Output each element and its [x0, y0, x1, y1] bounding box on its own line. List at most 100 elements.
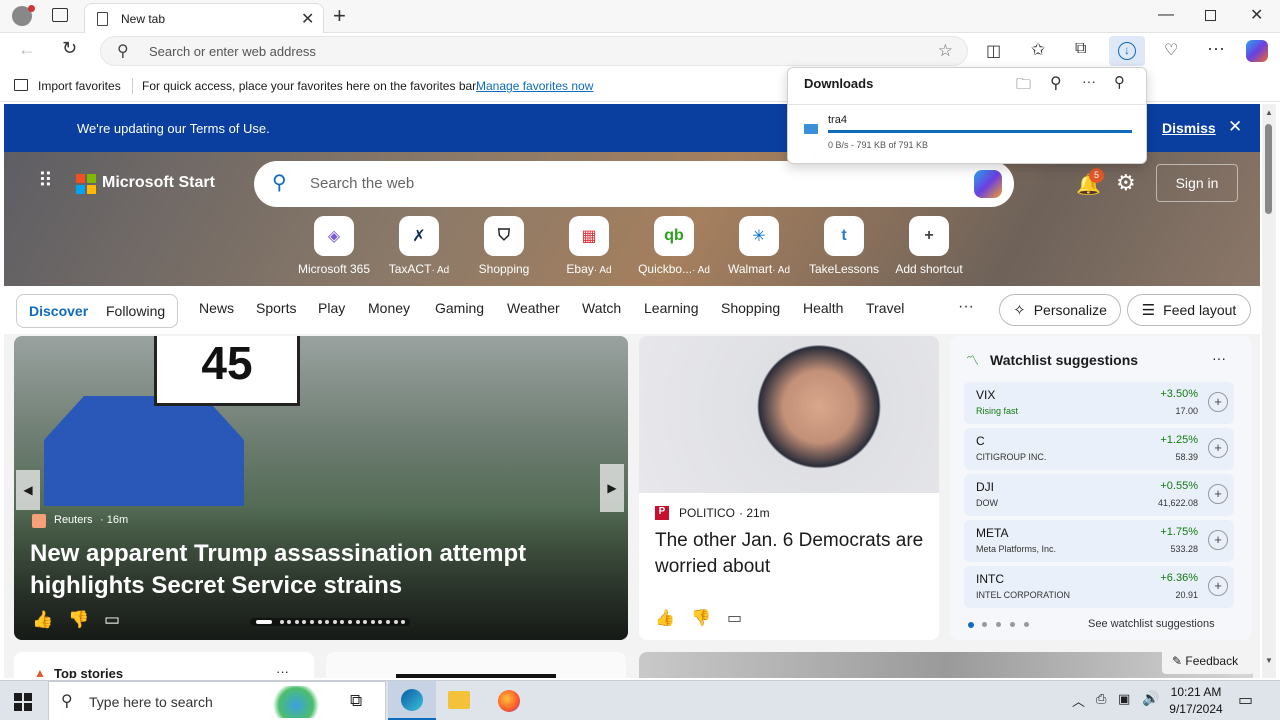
nav-item-sports[interactable]: Sports	[256, 300, 296, 316]
windows-start-icon[interactable]	[14, 693, 32, 711]
quick-link-5[interactable]: ✳ Walmart· Ad	[719, 216, 799, 276]
taskbar-search-box[interactable]: ⚲ Type here to search	[48, 681, 386, 720]
quick-link-6[interactable]: t TakeLessons	[804, 216, 884, 276]
more-icon[interactable]: ···	[276, 664, 289, 678]
quick-link-2[interactable]: ⛉ Shopping	[464, 216, 544, 276]
like-icon[interactable]: 👍	[32, 610, 53, 630]
like-icon[interactable]: 👍	[655, 608, 675, 628]
carousel-dot[interactable]	[302, 620, 307, 624]
carousel-dot[interactable]	[348, 620, 352, 624]
split-screen-icon[interactable]: ◫	[986, 41, 1001, 61]
downloads-button[interactable]: ↓	[1109, 36, 1145, 66]
feed-layout-button[interactable]: ☰ Feed layout	[1127, 294, 1251, 326]
watchlist-menu-icon[interactable]: ···	[1212, 350, 1226, 366]
comment-icon[interactable]: ▭	[104, 610, 120, 630]
tab-actions-icon[interactable]	[52, 8, 68, 22]
comment-icon[interactable]: ▭	[727, 608, 742, 628]
add-to-watchlist-icon[interactable]: +	[1208, 530, 1228, 550]
collections-icon[interactable]: ⧉	[1075, 40, 1086, 58]
nav-item-learning[interactable]: Learning	[644, 300, 699, 316]
quick-link-4[interactable]: qb Quickbo...· Ad	[634, 216, 714, 276]
open-folder-icon[interactable]: 🗀	[1016, 74, 1031, 99]
volume-icon[interactable]: 🔊	[1142, 690, 1159, 707]
tab-new-tab[interactable]: New tab ✕	[84, 3, 324, 33]
clock-date[interactable]: 9/17/2024	[1166, 702, 1226, 716]
carousel-dot[interactable]	[279, 620, 284, 624]
scrollbar-thumb[interactable]	[1265, 124, 1272, 214]
file-explorer-icon[interactable]	[448, 691, 470, 709]
network-icon[interactable]: ▣	[1118, 691, 1130, 707]
nav-item-gaming[interactable]: Gaming	[435, 300, 484, 316]
more-categories-icon[interactable]: ···	[958, 298, 974, 316]
nav-item-shopping[interactable]: Shopping	[721, 300, 780, 316]
carousel-dot[interactable]	[287, 620, 292, 624]
carousel-dot[interactable]	[401, 620, 406, 624]
back-button[interactable]: ←	[18, 39, 36, 60]
carousel-dot[interactable]	[363, 620, 368, 624]
settings-gear-icon[interactable]: ⚙	[1116, 170, 1136, 196]
new-tab-button[interactable]: +	[333, 3, 346, 29]
minimize-button[interactable]: —	[1158, 6, 1174, 24]
refresh-button[interactable]: ↻	[62, 38, 77, 59]
address-bar[interactable]: ⚲ Search or enter web address ☆	[100, 36, 968, 66]
nav-item-health[interactable]: Health	[803, 300, 843, 316]
search-downloads-icon[interactable]: ⚲	[1050, 73, 1062, 93]
close-banner-icon[interactable]: ✕	[1228, 117, 1242, 137]
notifications-icon[interactable]: ▭	[1238, 690, 1253, 710]
see-watchlist-link[interactable]: See watchlist suggestions	[1088, 618, 1215, 630]
watchlist-row-dji[interactable]: DJI DOW +0.55% 41,622.08 +	[964, 474, 1234, 516]
nav-item-play[interactable]: Play	[318, 300, 345, 316]
carousel-dot[interactable]	[370, 620, 375, 624]
add-to-watchlist-icon[interactable]: +	[1208, 392, 1228, 412]
restore-button[interactable]	[1205, 10, 1216, 21]
hero-story-card[interactable]: 45 ◀ ▶ Reuters · 16m New apparent Trump …	[14, 336, 628, 640]
add-to-watchlist-icon[interactable]: +	[1208, 484, 1228, 504]
carousel-dot[interactable]	[332, 620, 337, 624]
nav-item-travel[interactable]: Travel	[866, 300, 904, 316]
firefox-icon[interactable]	[498, 690, 520, 712]
add-to-watchlist-icon[interactable]: +	[1208, 438, 1228, 458]
story2-headline[interactable]: The other Jan. 6 Democrats are worried a…	[655, 528, 925, 580]
quick-link-3[interactable]: ▦ Ebay· Ad	[549, 216, 629, 276]
nav-item-money[interactable]: Money	[368, 300, 410, 316]
carousel-prev-button[interactable]: ◀	[16, 470, 40, 510]
carousel-dot[interactable]	[393, 620, 398, 624]
import-favorites-label[interactable]: Import favorites	[38, 79, 121, 93]
watchlist-row-c[interactable]: C CITIGROUP INC. +1.25% 58.39 +	[964, 428, 1234, 470]
watchlist-row-meta[interactable]: META Meta Platforms, Inc. +1.75% 533.28 +	[964, 520, 1234, 562]
app-launcher-icon[interactable]: ⠿	[38, 168, 54, 193]
quick-link-0[interactable]: ◈ Microsoft 365	[294, 216, 374, 276]
quick-link-1[interactable]: ✗ TaxACT· Ad	[379, 216, 459, 276]
sign-in-button[interactable]: Sign in	[1156, 164, 1238, 202]
carousel-dot[interactable]	[340, 620, 345, 624]
ad-card[interactable]	[326, 652, 626, 678]
carousel-dot[interactable]	[386, 620, 390, 624]
edge-taskbar-button[interactable]	[388, 681, 436, 720]
settings-more-icon[interactable]: ···	[1207, 38, 1225, 59]
carousel-dot[interactable]	[310, 620, 314, 624]
carousel-next-button[interactable]: ▶	[600, 464, 624, 512]
clock-time[interactable]: 10:21 AM	[1170, 685, 1222, 699]
watchlist-row-intc[interactable]: INTC INTEL CORPORATION +6.36% 20.91 +	[964, 566, 1234, 608]
carousel-dot[interactable]	[317, 620, 322, 624]
manage-favorites-link[interactable]: Manage favorites now	[476, 79, 593, 93]
show-hidden-icons-icon[interactable]: ︿	[1072, 691, 1085, 710]
copilot-icon[interactable]	[1246, 40, 1268, 62]
close-window-button[interactable]: ✕	[1250, 5, 1263, 25]
nav-item-weather[interactable]: Weather	[507, 300, 560, 316]
page-scrollbar[interactable]: ▲ ▼	[1262, 104, 1276, 678]
copilot-icon[interactable]	[974, 170, 1002, 198]
more-options-icon[interactable]: ···	[1082, 73, 1096, 89]
carousel-dot[interactable]	[355, 620, 360, 624]
task-view-icon[interactable]: ⧉	[350, 691, 362, 711]
carousel-dot[interactable]	[325, 620, 330, 624]
carousel-dot[interactable]	[256, 620, 272, 624]
favorites-icon[interactable]: ✩	[1031, 40, 1045, 60]
brand-title[interactable]: Microsoft Start	[102, 174, 215, 192]
web-search-box[interactable]: ⚲ Search the web	[254, 161, 1014, 207]
watchlist-row-vix[interactable]: VIX Rising fast +3.50% 17.00 +	[964, 382, 1234, 424]
feedback-button[interactable]: ✎ Feedback	[1162, 648, 1254, 674]
close-tab-icon[interactable]: ✕	[301, 9, 314, 29]
favorite-star-icon[interactable]: ☆	[938, 41, 953, 61]
carousel-dot[interactable]	[378, 620, 383, 624]
